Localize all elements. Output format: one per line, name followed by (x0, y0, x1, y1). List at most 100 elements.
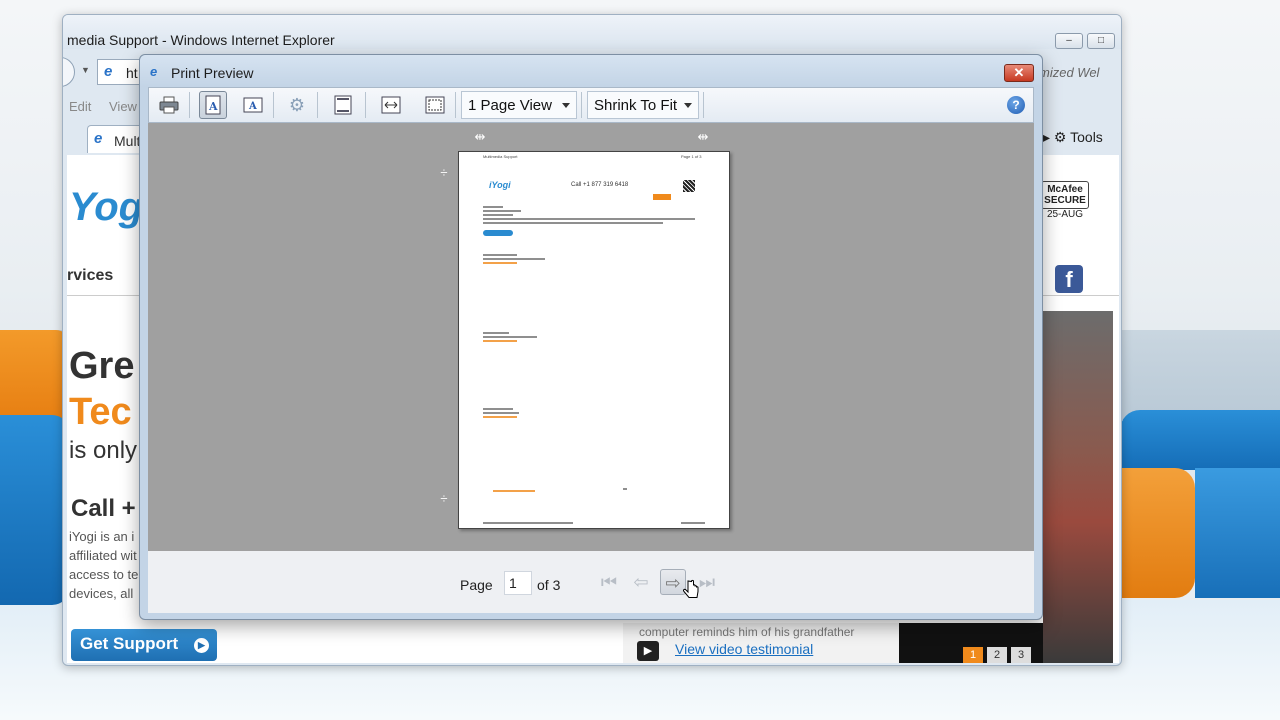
dialog-titlebar: e Print Preview ✕ (140, 55, 1042, 87)
page-text (483, 258, 545, 260)
page-text (483, 214, 513, 216)
back-button[interactable] (63, 57, 75, 87)
intro-paragraph: iYogi is an i affiliated wit access to t… (69, 529, 139, 601)
chevron-down-icon (562, 103, 570, 108)
page-number-input[interactable]: 1 (504, 571, 532, 595)
search-box[interactable]: mized Wel (1039, 65, 1099, 80)
page-link (483, 262, 517, 264)
video-icon[interactable]: ▶ (637, 641, 659, 661)
testimonial-text: computer reminds him of his grandfather (639, 625, 855, 639)
chevron-down-icon (684, 103, 692, 108)
nav-services[interactable]: rvices (67, 267, 113, 285)
page-link (493, 490, 535, 492)
address-text: ht (126, 65, 138, 81)
chevron-right-icon: ▸ (1043, 129, 1051, 145)
toolbar-separator (189, 92, 190, 118)
landscape-orientation-icon[interactable]: A (239, 91, 267, 119)
page-footer-text (681, 522, 705, 524)
get-support-button[interactable]: Get Support ▶ (71, 629, 217, 661)
print-preview-dialog: e Print Preview ✕ A A ⚙ 1 Page View Shri… (139, 54, 1043, 620)
full-page-icon[interactable] (421, 91, 449, 119)
tab-label: Mult (114, 133, 141, 149)
previous-page-icon[interactable]: ⇦ (628, 569, 654, 595)
qr-code-icon (683, 180, 695, 192)
mcafee-badge[interactable]: McAfee SECURE 25-AUG (1041, 181, 1089, 225)
page-label: Page (460, 577, 493, 593)
pager-item[interactable]: 3 (1011, 647, 1031, 663)
call-text: Call + (71, 495, 136, 522)
tools-label: Tools (1070, 129, 1103, 145)
page-text (483, 408, 513, 410)
arrow-right-icon: ▶ (194, 638, 209, 653)
wallpaper-chair (1195, 468, 1280, 598)
print-icon[interactable] (155, 91, 183, 119)
dialog-title: Print Preview (171, 65, 254, 81)
testimonial-link[interactable]: View video testimonial (675, 641, 813, 657)
headers-footers-icon[interactable] (329, 91, 357, 119)
left-margin-handle[interactable]: ⇹ (470, 127, 490, 147)
hero-headline-accent: Tec (69, 391, 132, 433)
page-text (483, 332, 509, 334)
shrink-to-fit-select[interactable]: Shrink To Fit (587, 91, 699, 119)
facebook-icon[interactable]: f (1055, 265, 1083, 293)
slideshow-pager: 1 2 3 (899, 623, 1043, 663)
hero-subline: is only (69, 437, 138, 464)
page-logo: iYogi (489, 180, 511, 190)
full-width-icon[interactable] (377, 91, 405, 119)
menu-view[interactable]: View (109, 99, 137, 114)
ie-logo-icon: e (104, 63, 113, 80)
toolbar-separator (455, 92, 456, 118)
chevron-down-icon[interactable]: ▼ (81, 65, 90, 75)
toolbar-separator (317, 92, 318, 118)
gear-icon: ⚙ (1053, 129, 1067, 145)
pager-item[interactable]: 1 (963, 647, 983, 663)
minimize-button[interactable]: – (1055, 33, 1083, 49)
preview-canvas: ⇹ ⇹ ÷ ÷ Multimedia Support Page 1 of 3 i… (148, 123, 1034, 551)
first-page-icon[interactable]: ⏮ (596, 569, 622, 595)
wallpaper-chair (0, 415, 70, 605)
page-header-left: Multimedia Support (483, 154, 518, 159)
toolbar-separator (703, 92, 704, 118)
ie-logo-icon: e (94, 130, 103, 147)
page-text (483, 206, 503, 208)
hand-cursor-icon (682, 579, 699, 598)
page-text (483, 254, 517, 256)
close-button[interactable]: ✕ (1004, 64, 1034, 82)
help-icon[interactable]: ? (1007, 96, 1025, 114)
ie-logo-icon: e (150, 64, 158, 79)
page-text (483, 210, 521, 212)
portrait-orientation-icon[interactable]: A (199, 91, 227, 119)
page-link (483, 340, 517, 342)
wallpaper-chair (1120, 468, 1195, 598)
ie-titlebar: media Support - Windows Internet Explore… (63, 15, 1121, 49)
page-text (483, 222, 663, 224)
top-margin-handle[interactable]: ÷ (434, 163, 454, 183)
right-margin-handle[interactable]: ⇹ (693, 127, 713, 147)
wallpaper-chair (0, 330, 70, 420)
preview-page: Multimedia Support Page 1 of 3 iYogi Cal… (458, 151, 730, 529)
testimonial-box: computer reminds him of his grandfather … (623, 623, 899, 663)
page-view-select[interactable]: 1 Page View (461, 91, 577, 119)
page-count-text: of 3 (537, 577, 561, 593)
toolbar-separator (581, 92, 582, 118)
page-text (483, 412, 519, 414)
toolbar-separator (273, 92, 274, 118)
page-button (483, 230, 513, 236)
page-button (653, 194, 671, 200)
bottom-margin-handle[interactable]: ÷ (434, 489, 454, 509)
preview-footer: Page 1 of 3 ⏮ ⇦ ⇨ ⏭ (148, 551, 1034, 613)
page-text (623, 488, 627, 490)
window-title: media Support - Windows Internet Explore… (67, 32, 335, 48)
page-footer-text (483, 522, 573, 524)
page-header-right: Page 1 of 3 (681, 154, 702, 159)
print-preview-toolbar: A A ⚙ 1 Page View Shrink To Fit ? (148, 87, 1034, 123)
pager-item[interactable]: 2 (987, 647, 1007, 663)
wallpaper-chair (1120, 410, 1280, 470)
tools-menu[interactable]: ▸ ⚙ Tools (1043, 129, 1103, 146)
page-text (483, 336, 537, 338)
page-text (483, 218, 695, 220)
page-setup-gear-icon[interactable]: ⚙ (283, 91, 311, 119)
svg-text:A: A (248, 101, 257, 112)
menu-edit[interactable]: Edit (69, 99, 91, 114)
maximize-button[interactable]: □ (1087, 33, 1115, 49)
